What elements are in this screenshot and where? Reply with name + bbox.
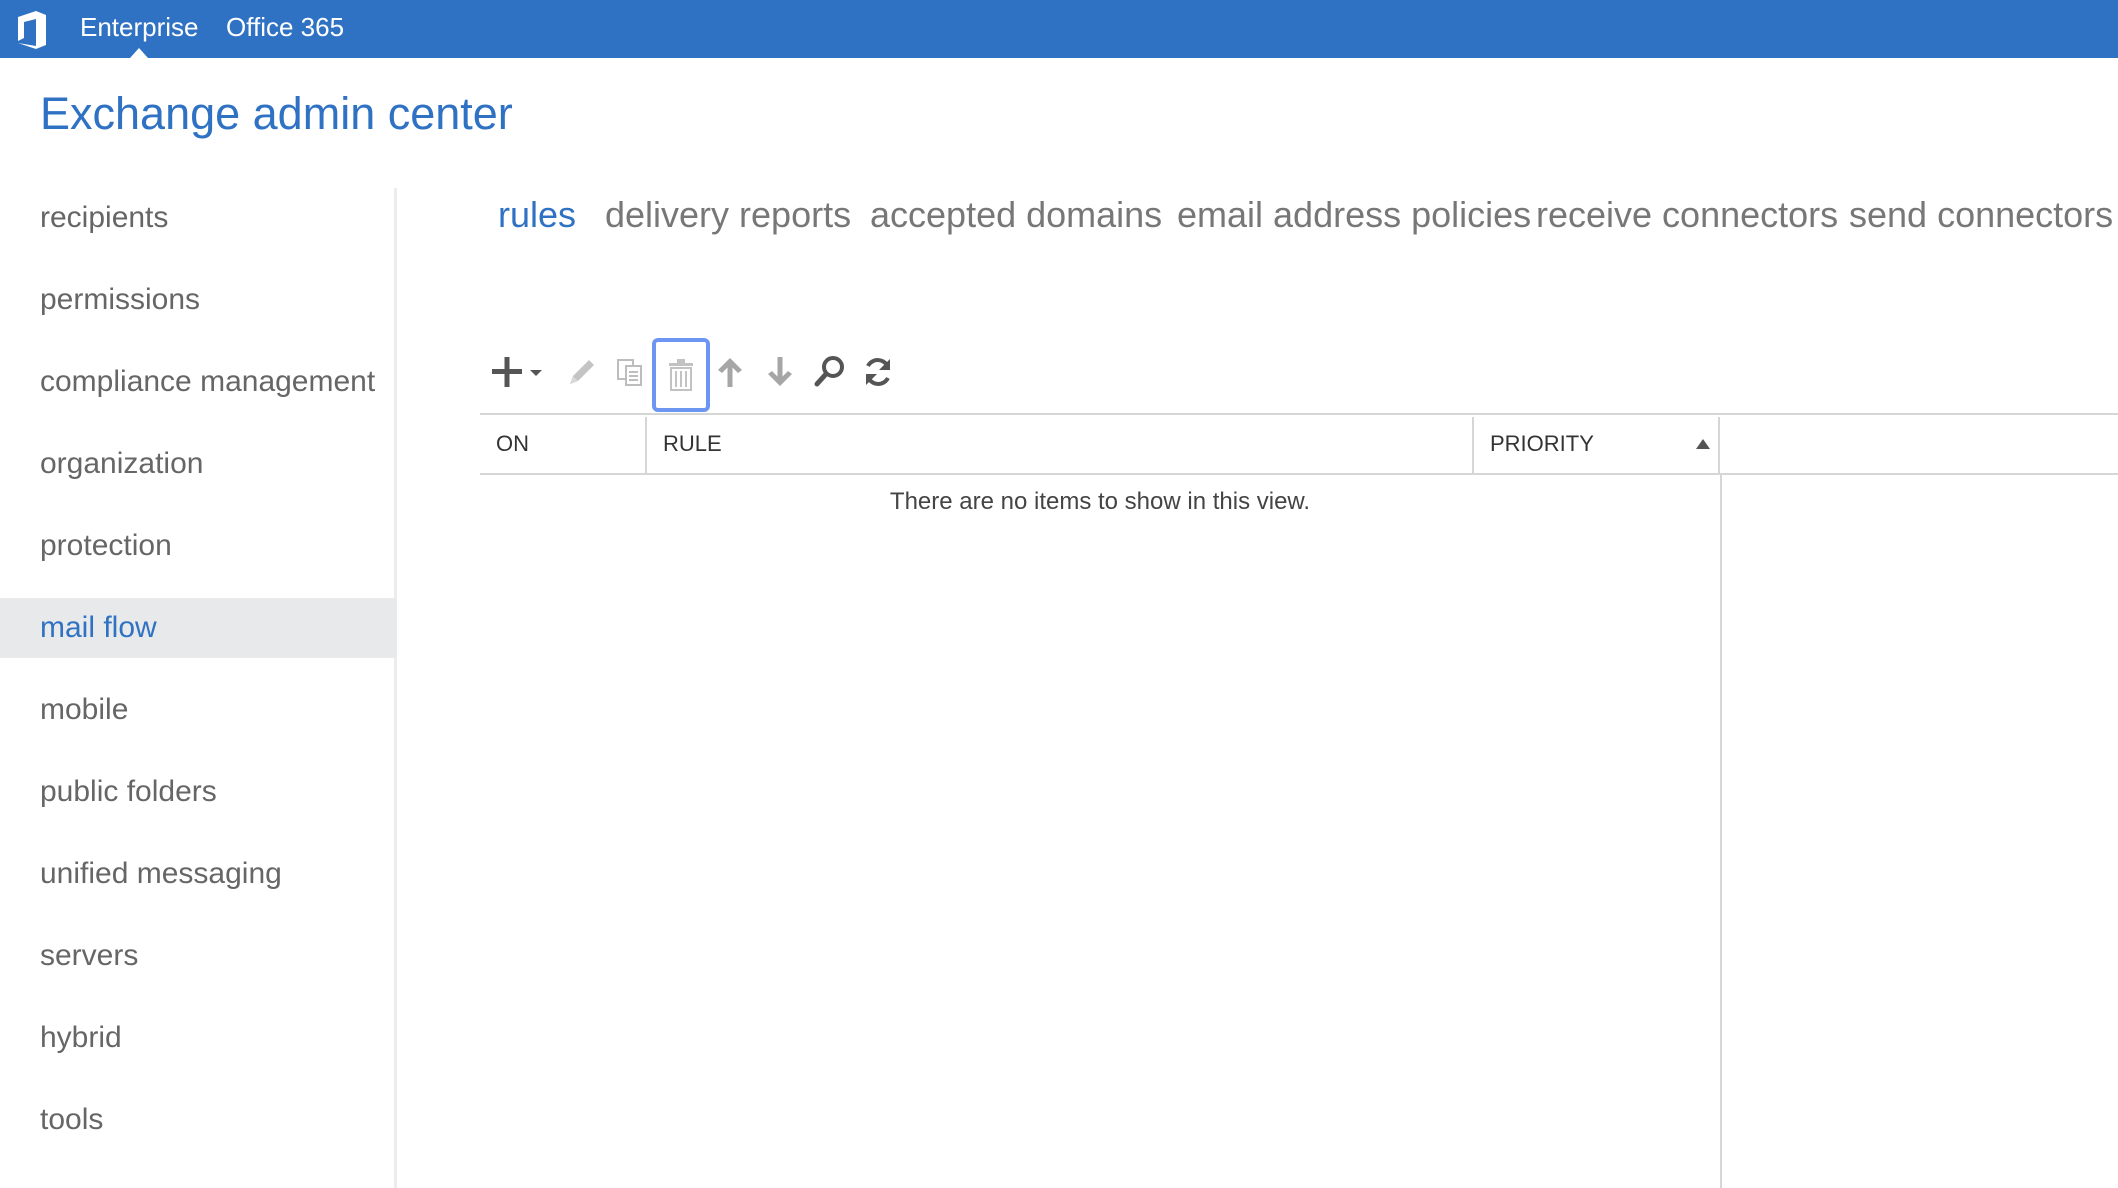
rules-table-header: ON RULE PRIORITY <box>480 413 2118 475</box>
tab-accepted-domains[interactable]: accepted domains <box>870 194 1162 236</box>
left-navigation: recipients permissions compliance manage… <box>0 188 397 1188</box>
move-up-button[interactable] <box>708 348 752 396</box>
copy-icon <box>617 359 642 386</box>
nav-item-hybrid[interactable]: hybrid <box>0 1008 397 1068</box>
edit-icon <box>570 360 594 384</box>
details-pane-divider <box>1720 475 1722 1188</box>
app-title: Exchange admin center <box>40 88 513 139</box>
column-divider[interactable] <box>1718 417 1720 473</box>
add-button[interactable] <box>486 348 548 396</box>
copy-button[interactable] <box>608 348 652 396</box>
nav-item-public-folders[interactable]: public folders <box>0 762 397 822</box>
add-icon <box>492 357 542 387</box>
tab-receive-connectors[interactable]: receive connectors <box>1536 194 1838 236</box>
column-header-rule[interactable]: RULE <box>647 415 1452 473</box>
enterprise-link[interactable]: Enterprise <box>80 12 199 43</box>
nav-item-unified-messaging[interactable]: unified messaging <box>0 844 397 904</box>
move-down-icon <box>768 357 792 386</box>
tab-delivery-reports[interactable]: delivery reports <box>605 194 851 236</box>
tab-email-address-policies[interactable]: email address policies <box>1177 194 1531 236</box>
nav-item-compliance-management[interactable]: compliance management <box>0 352 397 412</box>
refresh-button[interactable] <box>856 348 900 396</box>
column-header-on[interactable]: ON <box>480 415 645 473</box>
empty-list-message: There are no items to show in this view. <box>889 488 1311 515</box>
move-down-button[interactable] <box>758 348 802 396</box>
search-button[interactable] <box>808 348 852 396</box>
column-header-priority[interactable]: PRIORITY <box>1474 415 1720 473</box>
nav-item-servers[interactable]: servers <box>0 926 397 986</box>
search-icon <box>814 356 844 387</box>
refresh-icon <box>866 358 890 386</box>
office365-link[interactable]: Office 365 <box>226 12 344 43</box>
office-logo-icon[interactable] <box>14 10 50 50</box>
tab-rules[interactable]: rules <box>498 194 576 236</box>
edit-button[interactable] <box>560 348 604 396</box>
delete-icon <box>669 359 693 391</box>
nav-item-organization[interactable]: organization <box>0 434 397 494</box>
sort-ascending-icon <box>1696 439 1710 449</box>
delete-button[interactable] <box>652 338 710 412</box>
active-link-indicator <box>130 48 148 58</box>
nav-item-mobile[interactable]: mobile <box>0 680 397 740</box>
nav-item-permissions[interactable]: permissions <box>0 270 397 330</box>
nav-item-mail-flow[interactable]: mail flow <box>0 598 397 658</box>
move-up-icon <box>718 358 742 387</box>
nav-item-tools[interactable]: tools <box>0 1090 397 1150</box>
tab-send-connectors[interactable]: send connectors <box>1849 194 2113 236</box>
top-bar: Enterprise Office 365 <box>0 0 2118 58</box>
nav-item-protection[interactable]: protection <box>0 516 397 576</box>
nav-item-recipients[interactable]: recipients <box>0 188 397 248</box>
